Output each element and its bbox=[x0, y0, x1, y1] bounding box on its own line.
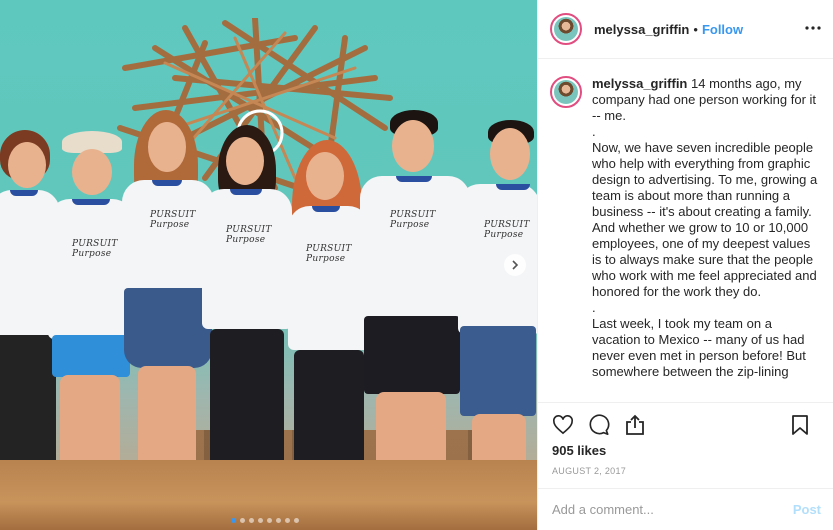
header-username[interactable]: melyssa_griffin bbox=[594, 22, 689, 37]
caption-text: melyssa_griffin 14 months ago, my compan… bbox=[592, 76, 821, 380]
shirt-logo: PURSUIT Purpose bbox=[306, 244, 352, 264]
shirt-logo: PURSUIT Purpose bbox=[150, 210, 196, 230]
likes-count[interactable]: 905 likes bbox=[552, 443, 606, 458]
caption-avatar[interactable] bbox=[550, 76, 582, 108]
carousel-dot bbox=[240, 518, 245, 523]
comment-bar: Add a comment... Post bbox=[538, 488, 833, 530]
more-options-icon[interactable] bbox=[803, 18, 823, 38]
separator-dot: • bbox=[693, 21, 698, 37]
heart-icon[interactable] bbox=[550, 412, 576, 438]
caption-username[interactable]: melyssa_griffin bbox=[592, 76, 687, 91]
carousel-dot bbox=[285, 518, 290, 523]
shirt-logo: PURSUIT Purpose bbox=[72, 239, 118, 259]
post-photo[interactable]: PURSUIT Purpose PURSUIT Purpose PURSUIT Pur… bbox=[0, 0, 537, 530]
caption: melyssa_griffin 14 months ago, my compan… bbox=[550, 76, 821, 380]
post-comment-button[interactable]: Post bbox=[793, 502, 821, 517]
carousel-indicator bbox=[231, 518, 299, 523]
post-sidebar: melyssa_griffin • Follow melyssa_griffin… bbox=[537, 0, 833, 530]
chevron-right-icon bbox=[512, 260, 519, 270]
follow-button[interactable]: Follow bbox=[702, 22, 743, 37]
bookmark-icon[interactable] bbox=[787, 412, 813, 438]
action-bar bbox=[538, 402, 833, 447]
carousel-next-button[interactable] bbox=[504, 254, 526, 276]
comments-area[interactable]: melyssa_griffin 14 months ago, my compan… bbox=[538, 60, 833, 402]
caption-paragraph: . bbox=[592, 300, 596, 315]
shirt-logo: PURSUIT Purpose bbox=[484, 220, 530, 240]
comment-bubble-icon[interactable] bbox=[586, 412, 612, 438]
avatar[interactable] bbox=[550, 13, 582, 45]
comment-input[interactable]: Add a comment... bbox=[552, 502, 793, 517]
post-header: melyssa_griffin • Follow bbox=[538, 0, 833, 59]
shirt-logo: PURSUIT Purpose bbox=[390, 210, 436, 230]
carousel-dot bbox=[231, 518, 236, 523]
carousel-dot bbox=[276, 518, 281, 523]
caption-paragraph: Now, we have seven incredible people who… bbox=[592, 140, 818, 299]
post-date[interactable]: AUGUST 2, 2017 bbox=[552, 466, 626, 476]
caption-paragraph: Last week, I took my team on a vacation … bbox=[592, 316, 806, 379]
share-icon[interactable] bbox=[622, 412, 648, 438]
carousel-dot bbox=[258, 518, 263, 523]
carousel-dot bbox=[294, 518, 299, 523]
shirt-logo: PURSUIT Purpose bbox=[226, 225, 272, 245]
caption-paragraph: . bbox=[592, 124, 596, 139]
carousel-dot bbox=[249, 518, 254, 523]
carousel-dot bbox=[267, 518, 272, 523]
